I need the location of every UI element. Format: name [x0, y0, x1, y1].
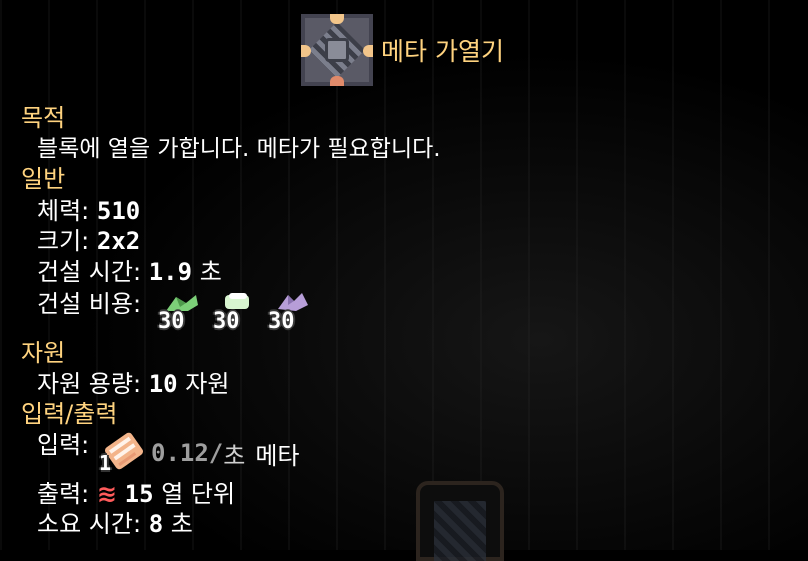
- input-rate: 0.12/ 초 메타: [151, 438, 300, 470]
- build-time-label: 건설 시간:: [37, 258, 142, 286]
- input-rate-value: 0.12/: [151, 439, 224, 467]
- craft-time-row: 소요 시간: 8 초: [37, 509, 193, 539]
- build-time-value: 1.9: [148, 258, 193, 286]
- size-row: 크기: 2x2: [37, 226, 140, 256]
- health-row: 체력: 510: [37, 196, 140, 226]
- input-label: 입력:: [37, 431, 90, 459]
- input-item-amount: 1: [99, 451, 112, 475]
- build-time-unit: 초: [199, 258, 222, 286]
- size-value: 2x2: [96, 227, 141, 255]
- purpose-description: 블록에 열을 가합니다. 메타가 필요합니다.: [37, 136, 441, 162]
- cost-silicon: 30: [213, 291, 259, 335]
- world-block-frame: [416, 481, 504, 561]
- world-block-tile: [434, 501, 486, 561]
- capacity-value: 10: [148, 370, 178, 398]
- capacity-unit: 자원: [185, 370, 230, 398]
- craft-time-unit: 초: [170, 510, 193, 538]
- cost-phase-fabric-amount: 30: [268, 309, 295, 334]
- cost-phase-fabric: 30: [268, 291, 314, 335]
- section-general-title: 일반: [21, 165, 66, 193]
- section-purpose-title: 목적: [21, 104, 66, 132]
- craft-time-value: 8: [148, 510, 164, 538]
- input-rate-unit: 초: [223, 441, 246, 470]
- size-label: 크기:: [37, 227, 90, 255]
- capacity-label: 자원 용량:: [37, 370, 142, 398]
- capacity-row: 자원 용량: 10 자원: [37, 369, 229, 399]
- build-time-row: 건설 시간: 1.9 초: [37, 257, 222, 287]
- heat-icon: ≋: [96, 480, 117, 508]
- cost-lead: 30: [158, 291, 204, 335]
- cost-silicon-amount: 30: [213, 309, 240, 334]
- meta-heater-icon: [301, 14, 373, 86]
- output-row: 출력: ≋ 15 열 단위: [37, 479, 235, 509]
- cost-lead-amount: 30: [158, 309, 185, 334]
- craft-time-label: 소요 시간:: [37, 510, 142, 538]
- input-item-name: 메타: [255, 441, 300, 470]
- health-value: 510: [96, 197, 141, 225]
- block-title: 메타 가열기: [381, 37, 504, 66]
- output-label: 출력:: [37, 480, 90, 508]
- block-header: 메타 가열기: [301, 14, 504, 86]
- build-cost-label: 건설 비용:: [37, 290, 142, 318]
- output-value: 15: [124, 480, 154, 508]
- health-label: 체력:: [37, 197, 90, 225]
- output-unit: 열 단위: [161, 480, 236, 508]
- section-resources-title: 자원: [21, 339, 66, 367]
- section-io-title: 입력/출력: [21, 400, 118, 428]
